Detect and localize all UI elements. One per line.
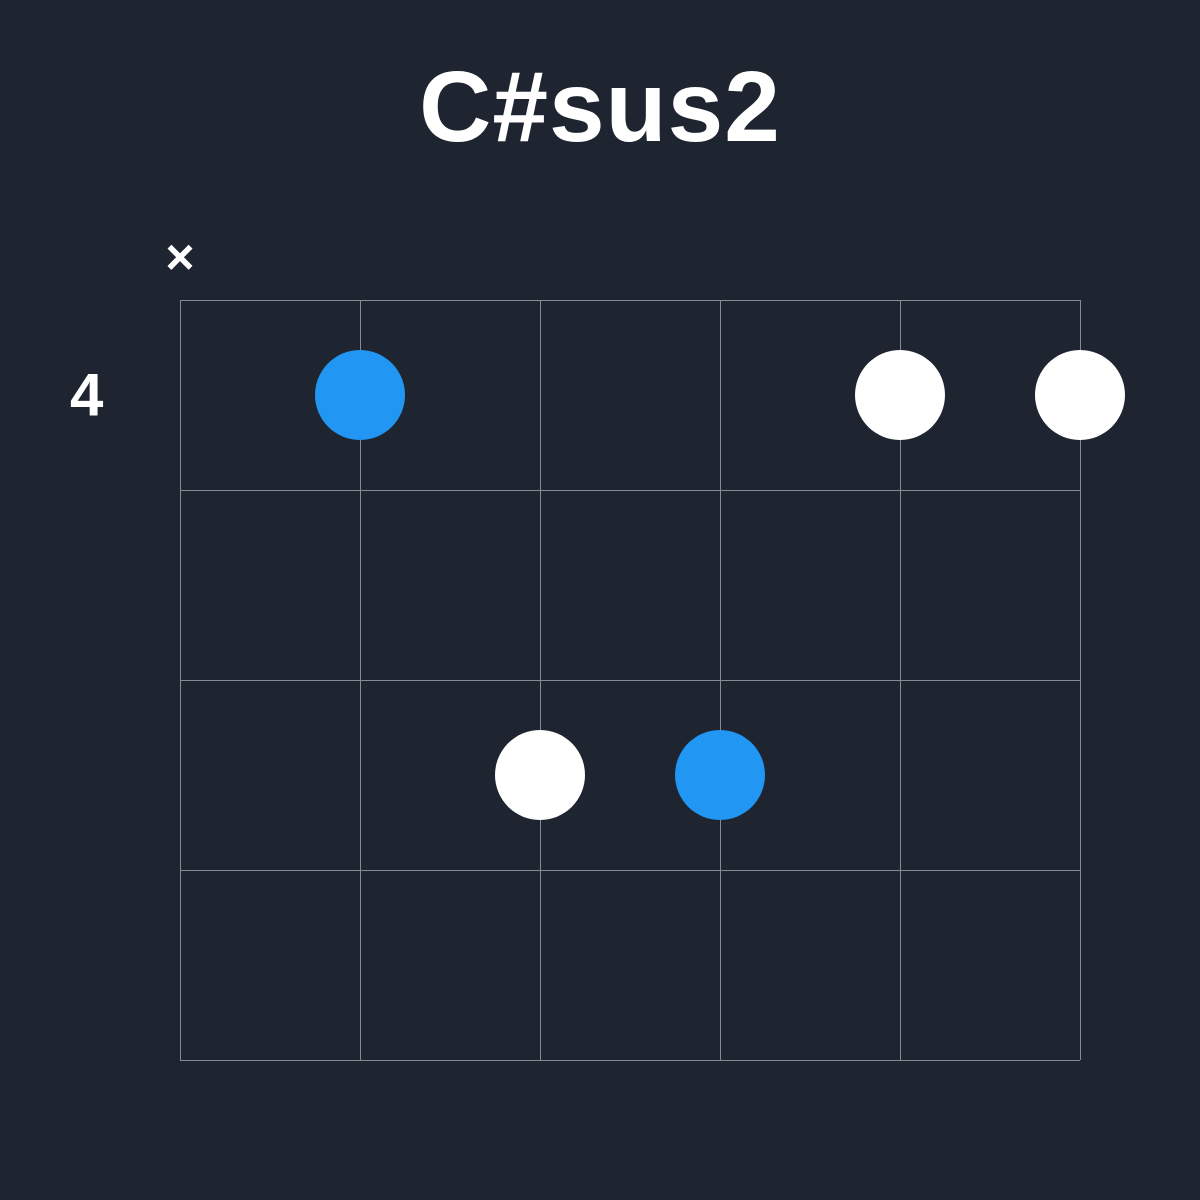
fretboard bbox=[180, 300, 1080, 1060]
mute-icon: × bbox=[165, 228, 194, 286]
finger-dot bbox=[855, 350, 945, 440]
mute-row: × bbox=[180, 228, 1080, 288]
chord-name: C#sus2 bbox=[0, 50, 1200, 165]
string-line bbox=[540, 300, 541, 1060]
fret-line bbox=[180, 870, 1080, 871]
finger-dot bbox=[495, 730, 585, 820]
string-line bbox=[720, 300, 721, 1060]
finger-dot bbox=[315, 350, 405, 440]
string-line bbox=[180, 300, 181, 1060]
finger-dot bbox=[675, 730, 765, 820]
fret-line bbox=[180, 300, 1080, 301]
chord-diagram: × 4 bbox=[180, 300, 1080, 1060]
finger-dot bbox=[1035, 350, 1125, 440]
fret-line bbox=[180, 490, 1080, 491]
fret-line bbox=[180, 680, 1080, 681]
fret-line bbox=[180, 1060, 1080, 1061]
start-fret-label: 4 bbox=[70, 361, 103, 430]
